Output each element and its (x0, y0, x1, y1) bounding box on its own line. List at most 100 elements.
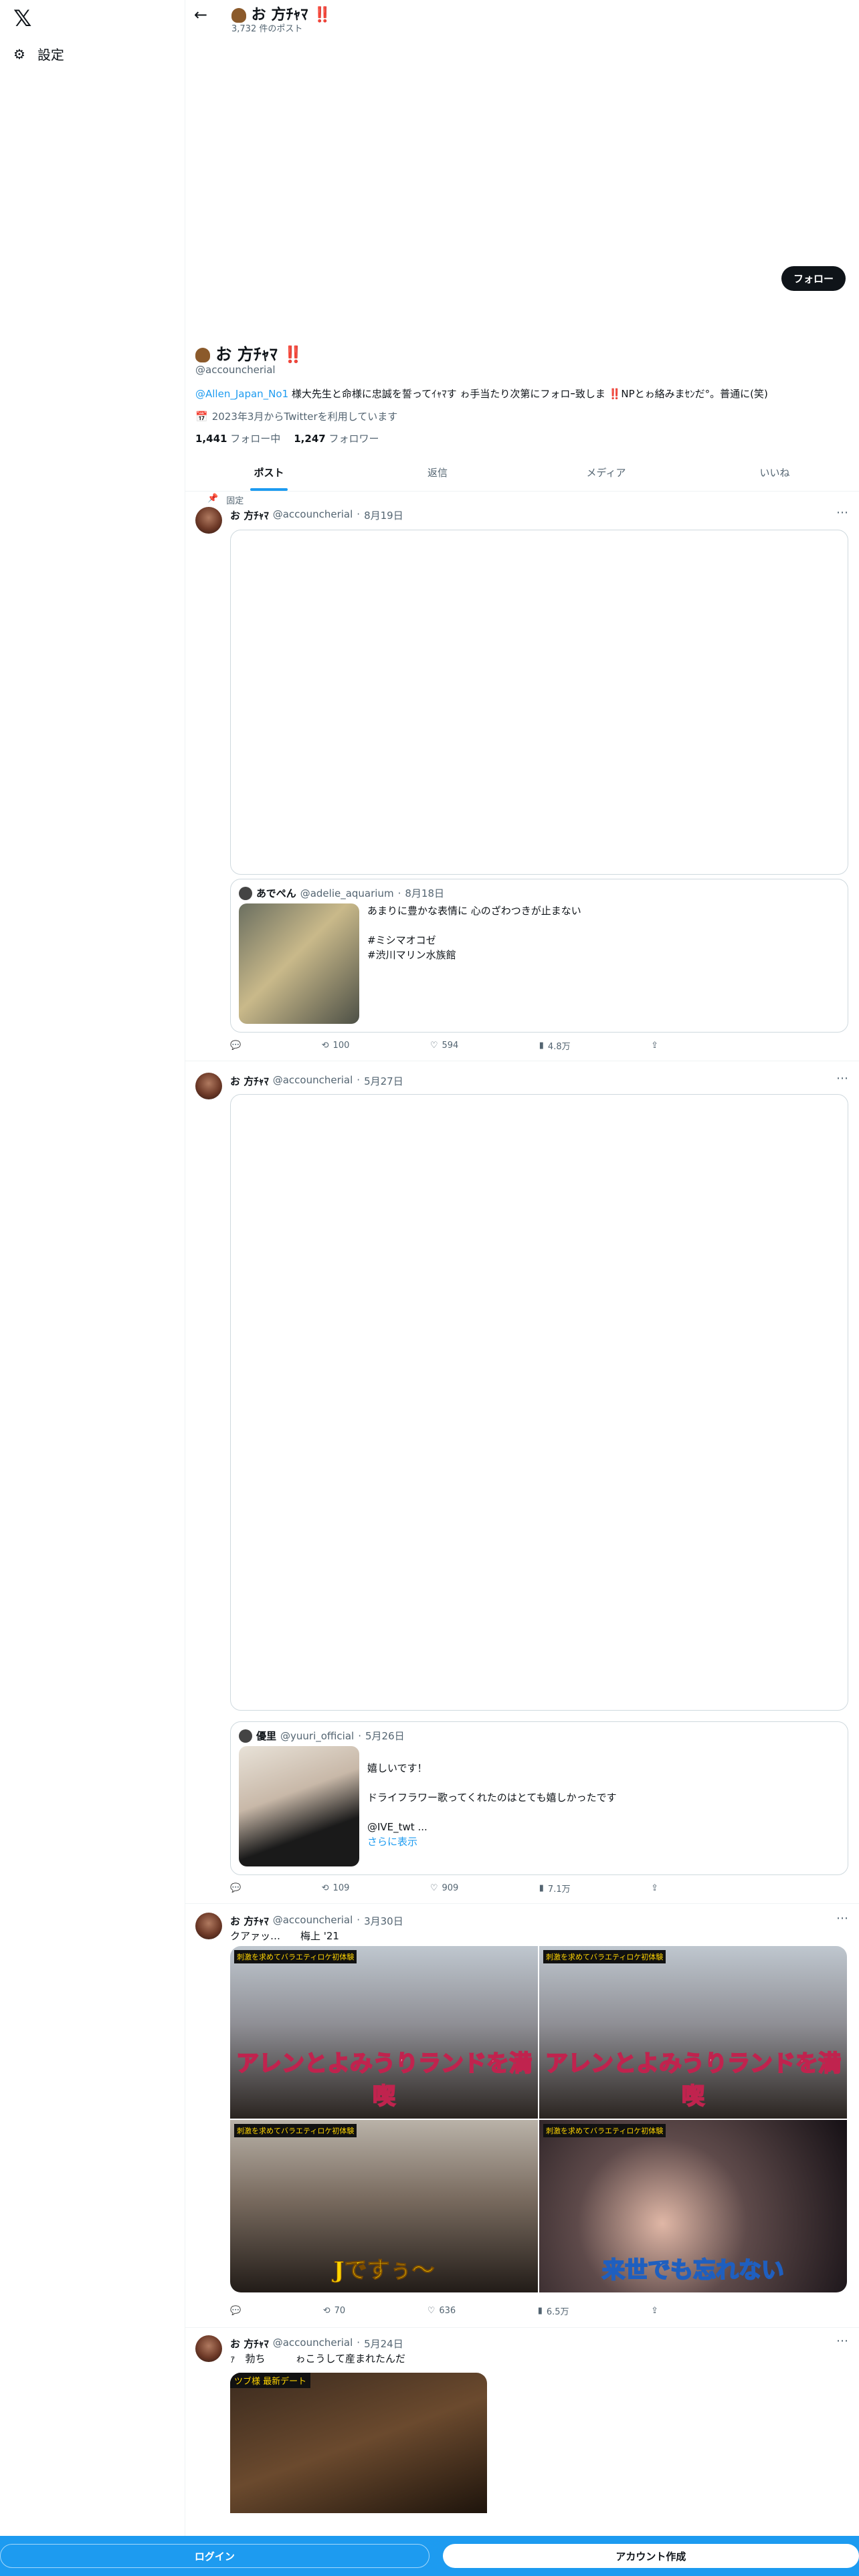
tweet-header: お 方ﾁｬﾏ @accouncherial · 3月30日 (230, 1914, 403, 1927)
tab-replies[interactable]: 返信 (353, 455, 522, 491)
tweet-image[interactable]: 刺激を求めてバラエティロケ初体験 来世でも忘れない (539, 2120, 847, 2292)
tweet-image[interactable]: 刺激を求めてバラエティロケ初体験 Jですぅ〜 (230, 2120, 538, 2292)
profile-header-bar: ← お 方ﾁｬﾏ ‼️ 3,732 件のポスト (185, 0, 859, 37)
follow-stats: 1,441 フォロー中 1,247 フォロワー (195, 431, 379, 445)
followers-link[interactable]: 1,247 フォロワー (294, 431, 379, 445)
quoted-avatar (239, 886, 252, 900)
tweet-header: お 方ﾁｬﾏ @accouncherial · 8月19日 (230, 508, 403, 522)
follow-button[interactable]: フォロー (781, 266, 846, 291)
retweet-button[interactable]: ⟲ 109 (322, 1882, 350, 1895)
reply-button[interactable]: 💬 (230, 1882, 241, 1895)
share-icon: ⇪ (651, 1883, 658, 1893)
gear-icon: ⚙ (13, 45, 25, 62)
tweet-video[interactable]: ツブ様 最新デート (230, 2373, 487, 2513)
quoted-tweet[interactable]: 優里 @yuuri_official · 5月26日 嬉しいです！ ドライフラワー歌… (230, 1721, 848, 1875)
video-banner: ツブ様 最新デート (230, 2373, 311, 2388)
tweet[interactable]: お 方ﾁｬﾏ @accouncherial · 5月27日 ⋯ 優里 @yuuri_… (185, 1067, 859, 1904)
tweet-image[interactable]: 刺激を求めてバラエティロケ初体験 アレンとよみうりランドを満喫 (230, 1946, 538, 2119)
tweet[interactable]: お 方ﾁｬﾏ @accouncherial · 5月24日 ⋯ ｧ 勃ち ゎこうして… (185, 2330, 859, 2536)
pin-icon: 📌 (207, 494, 219, 504)
bio-mention-link[interactable]: @Allen_Japan_No1 (195, 388, 288, 400)
retweet-icon: ⟲ (321, 1883, 329, 1893)
avatar[interactable] (195, 1913, 222, 1939)
profile-handle: @accouncherial (195, 364, 276, 376)
more-options-icon[interactable]: ⋯ (836, 506, 848, 520)
settings-label: 設定 (37, 47, 64, 63)
more-options-icon[interactable]: ⋯ (836, 1071, 848, 1085)
pinned-indicator: 📌 固定 (207, 494, 244, 506)
views-icon: ▮ (539, 1041, 544, 1051)
retweet-button[interactable]: ⟲ 70 (323, 2304, 345, 2317)
heart-icon: ♡ (427, 2306, 436, 2316)
avatar[interactable] (195, 1073, 222, 1099)
share-icon: ⇪ (651, 2306, 658, 2316)
left-nav: 𝕏 ⚙ 設定 (0, 0, 185, 2576)
reply-icon: 💬 (230, 1883, 242, 1893)
back-arrow-icon[interactable]: ← (194, 5, 207, 24)
like-button[interactable]: ♡ 636 (427, 2304, 456, 2317)
quoted-avatar (239, 1729, 252, 1743)
reply-icon: 💬 (230, 1041, 242, 1051)
heart-icon: ♡ (430, 1041, 438, 1051)
quoted-thumbnail (239, 903, 359, 1024)
profile-bio: @Allen_Japan_No1 様大先生と命様に忠誠を誓ってｲｬﾏす ゎ手当た… (195, 388, 768, 400)
tweet[interactable]: お 方ﾁｬﾏ @accouncherial · 3月30日 ⋯ クアァッ… 梅上 '… (185, 1907, 859, 2328)
views-button[interactable]: ▮ 4.8万 (539, 1039, 571, 1052)
tab-likes[interactable]: いいね (690, 455, 859, 491)
share-icon: ⇪ (651, 1041, 658, 1051)
following-link[interactable]: 1,441 フォロー中 (195, 431, 280, 445)
signup-button[interactable]: アカウント作成 (442, 2544, 859, 2568)
heart-icon: ♡ (430, 1883, 438, 1893)
more-options-icon[interactable]: ⋯ (836, 2334, 848, 2348)
login-bottom-bar: ログイン アカウント作成 (0, 2536, 859, 2576)
views-icon: ▮ (539, 1883, 544, 1893)
quoted-thumbnail (239, 1746, 359, 1866)
calendar-icon: 📅 (195, 410, 208, 423)
tweet-header: お 方ﾁｬﾏ @accouncherial · 5月27日 (230, 1074, 403, 1087)
quoted-tweet-header: 優里 @yuuri_official · 5月26日 (239, 1729, 405, 1743)
quoted-text: 嬉しいです！ ドライフラワー歌ってくれたのはとても嬉しかったです @IVE_tw… (367, 1762, 617, 1848)
quoted-text: あまりに豊かな表情に 心のざわつきが止まない #ミシマオコゼ #渋川マリン水族館 (367, 905, 581, 961)
views-button[interactable]: ▮ 7.1万 (539, 1882, 571, 1895)
tweet-actions: 💬 ⟲ 70 ♡ 636 ▮ 6.5万 ⇪ (230, 2304, 658, 2317)
login-button[interactable]: ログイン (0, 2544, 430, 2568)
main-column: ← お 方ﾁｬﾏ ‼️ 3,732 件のポスト フォロー お 方ﾁｬﾏ ‼️ @… (185, 0, 859, 2576)
tweet-media-blank[interactable] (230, 1094, 848, 1711)
share-button[interactable]: ⇪ (651, 2304, 658, 2317)
show-more-link[interactable]: さらに表示 (367, 1836, 417, 1848)
views-button[interactable]: ▮ 6.5万 (538, 2304, 569, 2317)
retweet-button[interactable]: ⟲ 100 (322, 1039, 350, 1052)
like-button[interactable]: ♡ 909 (430, 1882, 458, 1895)
retweet-icon: ⟲ (321, 1041, 329, 1051)
tweet[interactable]: お 方ﾁｬﾏ @accouncherial · 8月19日 ⋯ あでぺん @adel… (185, 506, 859, 1061)
profile-tabs: ポスト 返信 メディア いいね (185, 455, 859, 492)
joined-date: 📅 2023年3月からTwitterを利用しています (195, 410, 398, 423)
tab-media[interactable]: メディア (522, 455, 690, 491)
like-button[interactable]: ♡ 594 (430, 1039, 458, 1052)
tab-posts[interactable]: ポスト (185, 455, 353, 491)
tweet-header: お 方ﾁｬﾏ @accouncherial · 5月24日 (230, 2337, 403, 2350)
retweet-icon: ⟲ (322, 2306, 330, 2316)
reply-button[interactable]: 💬 (230, 1039, 241, 1052)
tweet-text: ｧ 勃ち ゎこうして産まれたんだ (230, 2353, 406, 2365)
share-button[interactable]: ⇪ (651, 1039, 658, 1052)
avatar[interactable] (195, 507, 222, 534)
tweet-image[interactable]: 刺激を求めてバラエティロケ初体験 アレンとよみうりランドを満喫 (539, 1946, 847, 2119)
x-logo-icon[interactable]: 𝕏 (13, 5, 31, 32)
settings-link[interactable]: ⚙ 設定 (13, 44, 64, 64)
tweet-media-blank[interactable] (230, 530, 848, 875)
tweet-text: クアァッ… 梅上 '21 (230, 1930, 339, 1942)
tweet-actions: 💬 ⟲ 109 ♡ 909 ▮ 7.1万 ⇪ (230, 1882, 658, 1895)
tweet-actions: 💬 ⟲ 100 ♡ 594 ▮ 4.8万 ⇪ (230, 1039, 658, 1052)
views-icon: ▮ (537, 2306, 543, 2316)
reply-button[interactable]: 💬 (230, 2304, 241, 2317)
quoted-tweet-header: あでぺん @adelie_aquarium · 8月18日 (239, 886, 444, 900)
brown-emoji-icon (195, 348, 210, 362)
share-button[interactable]: ⇪ (651, 1882, 658, 1895)
more-options-icon[interactable]: ⋯ (836, 1911, 848, 1925)
avatar[interactable] (195, 2335, 222, 2362)
tweet-image-grid[interactable]: 刺激を求めてバラエティロケ初体験 アレンとよみうりランドを満喫 刺激を求めてバラ… (230, 1946, 847, 2292)
brown-emoji-icon (231, 8, 246, 23)
quoted-tweet[interactable]: あでぺん @adelie_aquarium · 8月18日 あまりに豊かな表情に 心… (230, 879, 848, 1033)
post-count: 3,732 件のポスト (231, 24, 303, 34)
